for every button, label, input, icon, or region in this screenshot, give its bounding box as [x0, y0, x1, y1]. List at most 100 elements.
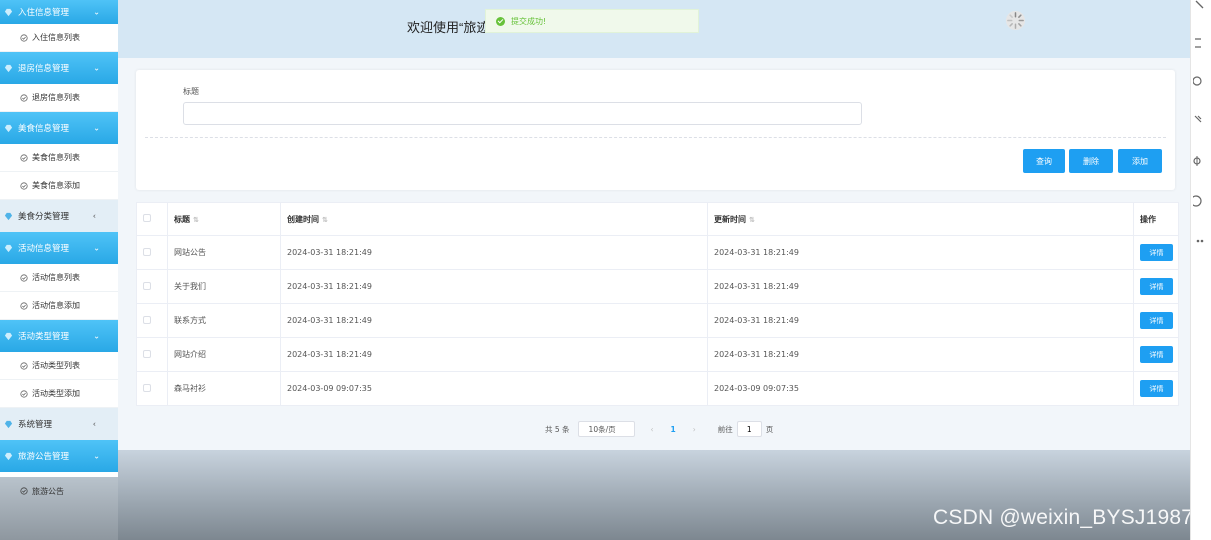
delete-button[interactable]: 删除 — [1069, 149, 1113, 173]
gem-icon — [4, 124, 13, 132]
sidebar-item-food-list[interactable]: 美食信息列表 — [0, 144, 118, 172]
column-header-created[interactable]: 创建时间 ⇅ — [280, 202, 708, 236]
detail-button[interactable]: 详情 — [1140, 346, 1173, 363]
table-header-row: 标题 ⇅ 创建时间 ⇅ 更新时间 ⇅ 操作 — [136, 202, 1179, 236]
sidebar-item-food-add[interactable]: 美食信息添加 — [0, 172, 118, 200]
check-circle-icon — [20, 273, 28, 282]
gem-icon — [4, 452, 13, 460]
column-header-label: 更新时间 — [714, 214, 746, 224]
tool-icon[interactable] — [1193, 114, 1207, 128]
sidebar-group-activity[interactable]: 活动信息管理 ⌄ — [0, 232, 118, 264]
column-header-updated[interactable]: 更新时间 ⇅ — [707, 202, 1134, 236]
table-row: 关于我们 2024-03-31 18:21:49 2024-03-31 18:2… — [136, 269, 1179, 304]
cell-updated: 2024-03-31 18:21:49 — [707, 337, 1134, 372]
detail-button[interactable]: 详情 — [1140, 244, 1173, 261]
watermark-text: CSDN @weixin_BYSJ1987 — [933, 506, 1194, 529]
sidebar: 入住信息管理 ⌄ 入住信息列表 退房信息管理 ⌄ 退房信息列表 美食信息管理 ⌄… — [0, 0, 118, 477]
column-header-label: 操作 — [1140, 214, 1156, 224]
loading-spinner-icon — [1005, 10, 1026, 31]
row-checkbox[interactable] — [143, 315, 151, 324]
next-page-button[interactable]: › — [693, 425, 696, 434]
gem-icon — [4, 244, 13, 252]
add-button[interactable]: 添加 — [1118, 149, 1162, 173]
sidebar-item-label: 入住信息列表 — [32, 33, 80, 42]
total-count: 共 5 条 — [545, 424, 570, 434]
sidebar-item-checkout-list[interactable]: 退房信息列表 — [0, 84, 118, 112]
column-header-label: 标题 — [174, 214, 190, 224]
row-checkbox-cell[interactable] — [136, 269, 168, 304]
gem-icon — [4, 332, 13, 340]
query-button[interactable]: 查询 — [1023, 149, 1065, 173]
row-checkbox[interactable] — [143, 349, 151, 358]
chevron-down-icon: ⌄ — [93, 331, 100, 341]
sidebar-group-announcement[interactable]: 旅游公告管理 ⌄ — [0, 440, 118, 472]
column-header-label: 创建时间 — [287, 214, 319, 224]
title-field-label: 标题 — [183, 87, 199, 96]
row-checkbox-cell[interactable] — [136, 235, 168, 270]
cell-updated: 2024-03-09 09:07:35 — [707, 371, 1134, 406]
sidebar-item-label: 美食信息添加 — [32, 181, 80, 190]
sidebar-item-label: 活动类型添加 — [32, 389, 80, 398]
sidebar-group-system[interactable]: 系统管理 ‹ — [0, 408, 118, 440]
table-row: 网站公告 2024-03-31 18:21:49 2024-03-31 18:2… — [136, 235, 1179, 270]
gem-icon — [4, 420, 13, 428]
right-tool-strip — [1190, 0, 1211, 540]
title-search-input[interactable] — [183, 102, 862, 125]
page-number-current[interactable]: 1 — [671, 425, 676, 434]
cell-title: 网站公告 — [167, 235, 281, 270]
welcome-title: 欢迎使用“旅迹 — [407, 20, 490, 35]
tool-icon[interactable] — [1193, 0, 1207, 14]
goto-page-input[interactable] — [736, 421, 762, 437]
header-banner: 欢迎使用“旅迹 提交成功! — [118, 0, 1190, 58]
chevron-down-icon: ⌄ — [93, 123, 100, 133]
sidebar-group-label: 美食分类管理 — [18, 212, 70, 222]
sidebar-item-label: 活动信息列表 — [32, 273, 80, 282]
sidebar-item-label: 美食信息列表 — [32, 153, 80, 162]
row-checkbox-cell[interactable] — [136, 337, 168, 372]
row-checkbox-cell[interactable] — [136, 371, 168, 406]
detail-button[interactable]: 详情 — [1140, 278, 1173, 295]
sidebar-item-checkin-list[interactable]: 入住信息列表 — [0, 24, 118, 52]
row-checkbox[interactable] — [143, 383, 151, 392]
sort-icon[interactable]: ⇅ — [749, 216, 755, 224]
gem-icon — [4, 64, 13, 72]
sidebar-item-activity-add[interactable]: 活动信息添加 — [0, 292, 118, 320]
check-circle-icon — [20, 361, 28, 370]
sort-icon[interactable]: ⇅ — [193, 216, 199, 224]
sidebar-group-checkin[interactable]: 入住信息管理 ⌄ — [0, 0, 118, 24]
select-all-cell[interactable] — [136, 202, 168, 236]
check-circle-icon — [20, 93, 28, 102]
tool-icon[interactable] — [1193, 36, 1207, 50]
sidebar-item-label: 活动信息添加 — [32, 301, 80, 310]
success-toast: 提交成功! — [485, 9, 699, 33]
select-all-checkbox[interactable] — [143, 214, 151, 222]
sort-icon[interactable]: ⇅ — [322, 216, 328, 224]
row-checkbox-cell[interactable] — [136, 303, 168, 338]
detail-button[interactable]: 详情 — [1140, 312, 1173, 329]
cell-title: 森马衬衫 — [167, 371, 281, 406]
column-header-title[interactable]: 标题 ⇅ — [167, 202, 281, 236]
check-circle-icon — [20, 389, 28, 398]
sidebar-group-checkout[interactable]: 退房信息管理 ⌄ — [0, 52, 118, 84]
sidebar-item-label: 旅游公告 — [32, 486, 64, 496]
row-checkbox[interactable] — [143, 247, 151, 256]
sidebar-item-activity-list[interactable]: 活动信息列表 — [0, 264, 118, 292]
tool-icon[interactable] — [1193, 194, 1207, 208]
sidebar-group-activity-type[interactable]: 活动类型管理 ⌄ — [0, 320, 118, 352]
sidebar-group-food-category[interactable]: 美食分类管理 ‹ — [0, 200, 118, 232]
row-checkbox[interactable] — [143, 281, 151, 290]
cell-title: 网站介绍 — [167, 337, 281, 372]
sidebar-item-announcement[interactable]: 旅游公告 — [0, 477, 118, 505]
prev-page-button[interactable]: ‹ — [651, 425, 654, 434]
sidebar-group-food[interactable]: 美食信息管理 ⌄ — [0, 112, 118, 144]
sidebar-item-activity-type-list[interactable]: 活动类型列表 — [0, 352, 118, 380]
sidebar-group-label: 退房信息管理 — [18, 64, 70, 74]
page-size-select[interactable]: 10条/页 — [577, 421, 635, 437]
tool-icon[interactable] — [1193, 154, 1207, 168]
sidebar-item-activity-type-add[interactable]: 活动类型添加 — [0, 380, 118, 408]
tool-icon[interactable] — [1193, 74, 1207, 88]
more-icon[interactable] — [1193, 234, 1207, 248]
detail-button[interactable]: 详情 — [1140, 380, 1173, 397]
chevron-down-icon: ⌄ — [93, 243, 100, 253]
cell-actions: 详情 — [1133, 269, 1179, 304]
